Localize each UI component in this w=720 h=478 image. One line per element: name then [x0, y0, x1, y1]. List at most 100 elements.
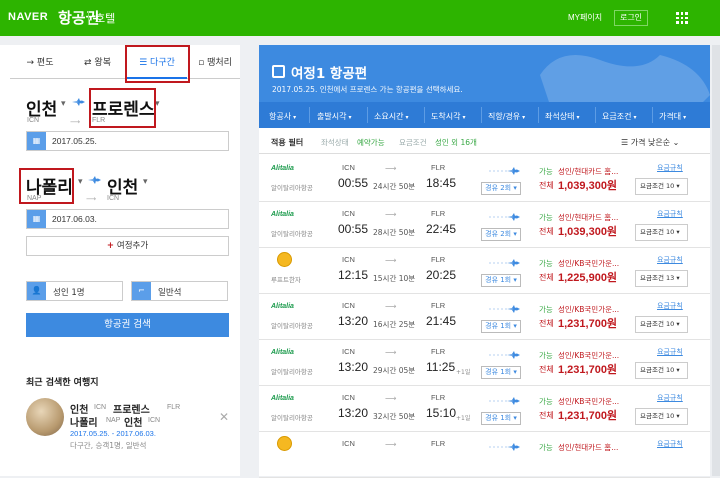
hotel-link[interactable]: 호텔 [95, 10, 115, 26]
flight-row[interactable]: ICN ⟶ FLR 가능 성인/현대카드 홈... 요금규칙 [259, 432, 710, 478]
applied-filters-label: 적용 필터 [271, 138, 304, 147]
segment2-date-field[interactable]: ▦ 2017.06.03. [26, 209, 229, 229]
filter-airline[interactable]: 항공사 [269, 111, 296, 122]
transfer-dropdown[interactable]: 경유 1회 ▾ [481, 412, 521, 425]
fare-rules-link[interactable]: 요금규칙 [657, 255, 683, 265]
divider [481, 107, 482, 123]
fare-rules-link[interactable]: 요금규칙 [657, 347, 683, 357]
arrival-time: 15:10 [426, 406, 457, 420]
sort-dropdown[interactable]: ☰ 가격 낮은순 ⌄ [621, 137, 679, 148]
fare-rules-link[interactable]: 요금규칙 [657, 163, 683, 173]
filter-tag[interactable]: 성인 외 16개 [435, 137, 477, 148]
divider [424, 107, 425, 123]
price[interactable]: 1,225,900원 [558, 269, 617, 285]
airplane-icon [72, 98, 85, 106]
filter-stops[interactable]: 직항/경유 [488, 111, 525, 122]
flight-duration: 29시간 05분 [373, 366, 416, 375]
naver-logo[interactable]: NAVER [8, 11, 48, 23]
transfer-dropdown[interactable]: 경유 2회 ▾ [481, 228, 521, 241]
chevron-down-icon[interactable]: ▾ [61, 99, 66, 109]
flight-duration: 16시간 25분 [373, 320, 416, 329]
chevron-down-icon[interactable]: ▾ [78, 177, 83, 187]
transfer-dropdown[interactable]: 경유 1회 ▾ [481, 274, 521, 287]
transfer-dropdown[interactable]: 경유 1회 ▾ [481, 366, 521, 379]
close-icon[interactable]: ✕ [219, 410, 229, 424]
fare-condition-dropdown[interactable]: 요금조건 10 ▾ [635, 224, 688, 241]
tag-icon: ▫ [198, 58, 208, 68]
fare-rules-link[interactable]: 요금규칙 [657, 439, 683, 449]
tab-oneway[interactable]: → 편도 [10, 51, 70, 79]
price[interactable]: 1,231,700원 [558, 407, 617, 423]
scrollbar[interactable] [712, 45, 720, 476]
flight-row[interactable]: Alitalia 알이탈리아항공 ICN 13:20 ⟶ 16시간 25분 FLR 21:45… [259, 294, 710, 340]
chevron-down-icon[interactable]: ▾ [143, 177, 148, 187]
fare-condition-dropdown[interactable]: 요금조건 10 ▾ [635, 178, 688, 195]
tab-roundtrip[interactable]: ⇄ 왕복 [70, 51, 125, 79]
flight-row[interactable]: 루프트한자 ICN 12:15 ⟶ 15시간 10분 FLR 20:25 경유 1회 ▾ 가능 성… [259, 248, 710, 294]
arrival-time: 11:25 [426, 360, 456, 374]
passenger-selector[interactable]: 👤 성인 1명 [26, 281, 123, 301]
alitalia-logo: Alitalia [271, 349, 294, 356]
calendar-icon [272, 65, 285, 78]
person-icon: 👤 [27, 282, 46, 300]
add-route-button[interactable]: + 여정추가 [26, 236, 229, 256]
price[interactable]: 1,231,700원 [558, 315, 617, 331]
fare-condition-label: 요금조건 13 [640, 274, 675, 282]
flight-row[interactable]: Alitalia 알이탈리아항공 ICN 13:20 ⟶ 29시간 05분 FLR 11:25… [259, 340, 710, 386]
transfer-label: 경유 2회 [485, 230, 512, 238]
filter-duration[interactable]: 소요시간 [374, 111, 408, 122]
fare-condition-dropdown[interactable]: 요금조건 10 ▾ [635, 408, 688, 425]
arrow-icon: ⟶ [385, 164, 397, 173]
apps-grid-icon[interactable] [676, 12, 688, 24]
calendar-icon: ▦ [27, 210, 46, 228]
filter-seat-status[interactable]: 좌석상태 [545, 111, 579, 122]
results-subtitle: 2017.05.25. 인천에서 프로렌스 가는 항공편을 선택하세요. [272, 85, 463, 94]
price[interactable]: 1,039,300원 [558, 223, 617, 239]
fare-condition-dropdown[interactable]: 요금조건 10 ▾ [635, 316, 688, 333]
recent-origin[interactable]: 나폴리 [70, 414, 98, 429]
destination-code: ICN [107, 195, 120, 202]
filter-price-range[interactable]: 가격대 [659, 111, 686, 122]
filter-tag[interactable]: 요금조건 [399, 137, 427, 148]
fare-condition-label: 요금조건 10 [640, 228, 675, 236]
filter-arrival[interactable]: 도착시각 [431, 111, 465, 122]
filter-fare-condition[interactable]: 요금조건 [602, 111, 636, 122]
transfer-dropdown[interactable]: 경유 1회 ▾ [481, 320, 521, 333]
swap-icon: ⇄ [84, 58, 95, 68]
price[interactable]: 1,039,300원 [558, 177, 617, 193]
flight-row[interactable]: Alitalia 알이탈리아항공 ICN 00:55 ⟶ 28시간 50분 FLR 22:45… [259, 202, 710, 248]
product-title[interactable]: 항공권 [58, 7, 99, 28]
route-airplane-icon [489, 213, 520, 221]
segment1-date-field[interactable]: ▦ 2017.05.25. [26, 131, 229, 151]
login-button[interactable]: 로그인 [614, 10, 648, 26]
top-bar: NAVER 항공권 호텔 MY페이지 로그인 [0, 0, 720, 36]
flight-row[interactable]: Alitalia 알이탈리아항공 ICN 00:55 ⟶ 24시간 50분 FLR 18:45… [259, 156, 710, 202]
fare-condition: 성인/KB국민가운... [558, 351, 620, 360]
fare-rules-link[interactable]: 요금규칙 [657, 301, 683, 311]
availability: 가능 [539, 167, 553, 176]
price[interactable]: 1,231,700원 [558, 361, 617, 377]
highlight-box [89, 88, 156, 128]
filter-tag[interactable]: 예약가능 [357, 137, 385, 148]
results-title: 여정1 항공편 [291, 66, 368, 82]
fare-rules-link[interactable]: 요금규칙 [657, 393, 683, 403]
cabin-value: 일반석 [158, 288, 182, 298]
filter-departure[interactable]: 출발시각 [317, 111, 351, 122]
fare-rules-link[interactable]: 요금규칙 [657, 209, 683, 219]
airline-name: 알이탈리아항공 [271, 322, 313, 330]
fare-condition-dropdown[interactable]: 요금조건 10 ▾ [635, 362, 688, 379]
flight-duration: 24시간 50분 [373, 182, 416, 191]
arrival-time: 21:45 [426, 314, 457, 328]
recent-destination[interactable]: 인천 [124, 414, 142, 429]
fare-condition: 성인/현대카드 홈... [558, 213, 619, 222]
tab-lastminute[interactable]: ▫ 땡처리 [190, 51, 240, 79]
fare-condition-dropdown[interactable]: 요금조건 13 ▾ [635, 270, 688, 287]
route-airplane-icon [489, 305, 520, 313]
filter-tag[interactable]: 좌석상태 [321, 137, 349, 148]
mypage-link[interactable]: MY페이지 [568, 12, 602, 23]
transfer-label: 경유 2회 [485, 184, 512, 192]
cabin-selector[interactable]: ⌐ 일반석 [131, 281, 228, 301]
transfer-dropdown[interactable]: 경유 2회 ▾ [481, 182, 521, 195]
flight-row[interactable]: Alitalia 알이탈리아항공 ICN 13:20 ⟶ 32시간 50분 FLR 15:10… [259, 386, 710, 432]
search-flights-button[interactable]: 항공권 검색 [26, 313, 229, 337]
